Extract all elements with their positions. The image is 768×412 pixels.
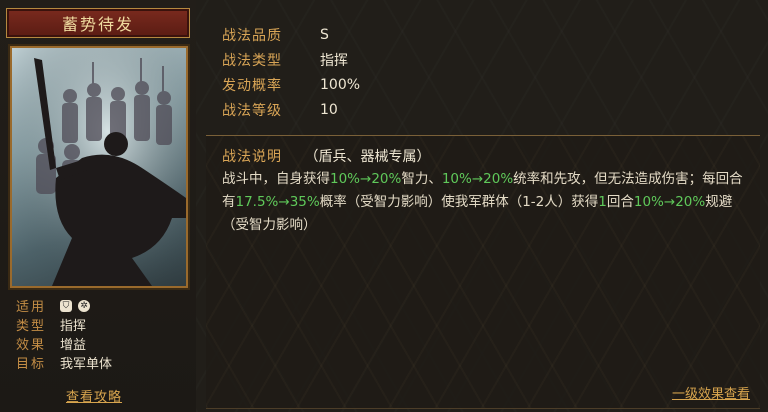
- stat-value: 100%: [320, 76, 361, 93]
- skill-properties: 适用 ⛉ ✲ 类型 指挥 效果 增益 目标 我军单体: [16, 296, 191, 372]
- skill-title: 蓄势待发: [61, 15, 134, 34]
- shield-icon: ⛉: [60, 299, 72, 312]
- skill-card-art: [10, 46, 188, 288]
- property-value: 我军单体: [60, 357, 113, 372]
- stat-value: 10: [320, 101, 338, 118]
- stat-value: S: [320, 26, 329, 43]
- skill-sidebar: 蓄势待发 适用 ⛉ ✲ 类型 指挥 效果 增益 目标 我军单体 查看攻略: [0, 0, 196, 412]
- property-type: 类型 指挥: [16, 315, 191, 334]
- description-header: 战法说明 （盾兵、器械专属）: [222, 146, 430, 166]
- stat-row-rate: 发动概率 100%: [222, 72, 360, 97]
- desc-highlight: 17.5%→35%: [235, 194, 320, 210]
- property-label: 类型: [16, 319, 47, 334]
- property-effect: 效果 增益: [16, 334, 191, 353]
- stat-row-level: 战法等级 10: [222, 97, 360, 122]
- skill-detail-area: 战法品质 S 战法类型 指挥 发动概率 100% 战法等级 10 战法说明 （盾…: [196, 0, 768, 412]
- skill-stats: 战法品质 S 战法类型 指挥 发动概率 100% 战法等级 10: [222, 22, 360, 122]
- desc-highlight: 1: [598, 194, 607, 210]
- desc-text: 回合: [606, 194, 634, 210]
- warrior-illustration: [12, 48, 186, 286]
- stat-label: 战法等级: [222, 102, 282, 119]
- desc-highlight: 10%→20%: [330, 171, 402, 187]
- property-label: 效果: [16, 338, 47, 353]
- gear-icon: ✲: [78, 299, 90, 312]
- desc-highlight: 10%→20%: [441, 171, 514, 187]
- skill-title-banner: 蓄势待发: [6, 8, 190, 38]
- view-guide-link[interactable]: 查看攻略: [66, 386, 122, 405]
- property-applicable: 适用 ⛉ ✲: [16, 296, 191, 315]
- property-value: 增益: [60, 338, 87, 353]
- stat-label: 发动概率: [222, 77, 282, 94]
- stat-label: 战法品质: [222, 27, 282, 44]
- description-subheading: （盾兵、器械专属）: [304, 149, 431, 165]
- property-label: 目标: [16, 357, 47, 372]
- property-value: 指挥: [60, 319, 87, 334]
- description-text: 战斗中，自身获得10%→20%智力、10%→20%统率和先攻，但无法造成伤害；每…: [222, 168, 752, 237]
- desc-text: 智力、: [401, 171, 442, 187]
- desc-highlight: 10%→20%: [633, 194, 706, 210]
- stat-value: 指挥: [320, 52, 348, 69]
- stat-label: 战法类型: [222, 52, 282, 69]
- description-heading: 战法说明: [222, 149, 282, 165]
- level-one-effect-link[interactable]: 一级效果查看: [672, 383, 750, 402]
- stat-row-quality: 战法品质 S: [222, 22, 360, 47]
- description-panel: 战法说明 （盾兵、器械专属） 战斗中，自身获得10%→20%智力、10%→20%…: [206, 135, 760, 409]
- property-label: 适用: [16, 300, 47, 315]
- desc-text: 概率（受智力影响）使我军群体（1-2人）获得: [319, 194, 599, 210]
- stat-row-type: 战法类型 指挥: [222, 47, 360, 72]
- desc-text: 战斗中，自身获得: [222, 171, 330, 187]
- property-target: 目标 我军单体: [16, 353, 191, 372]
